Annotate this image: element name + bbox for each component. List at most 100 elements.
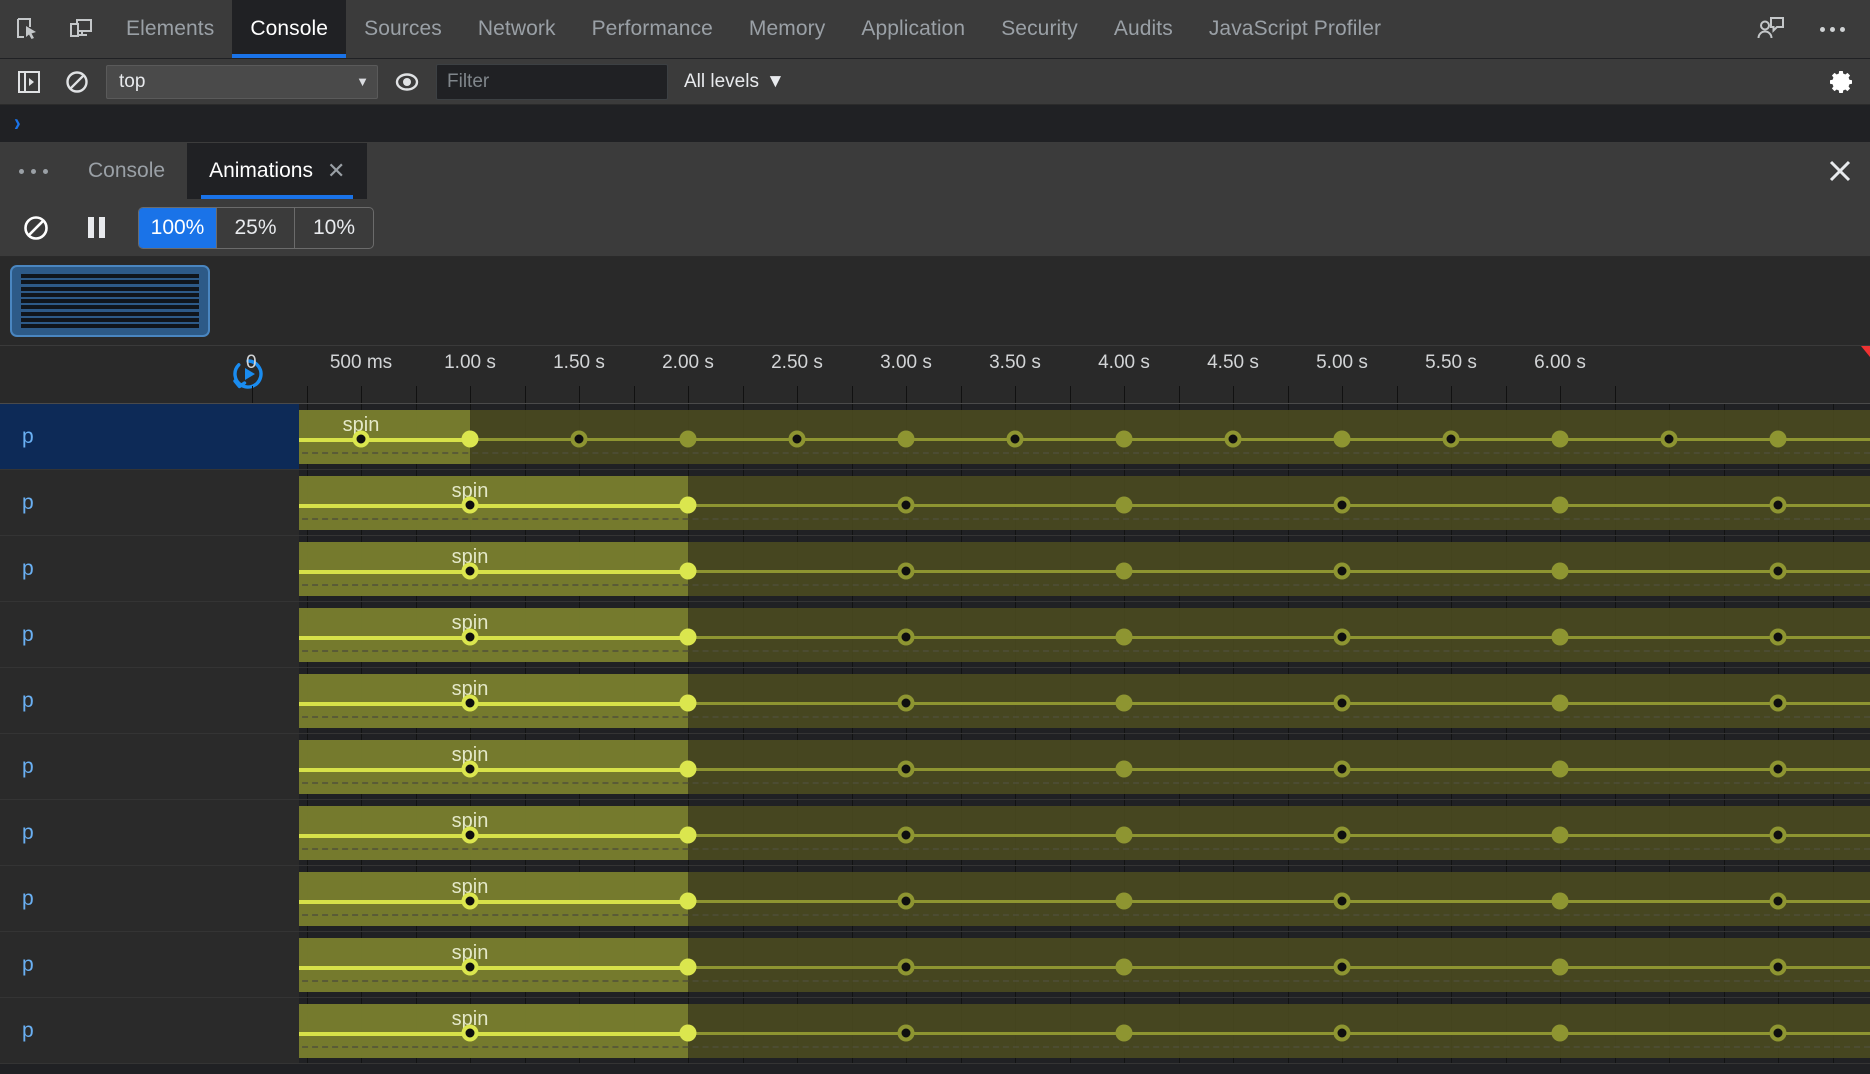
animation-row-track[interactable]: spin — [299, 866, 1870, 931]
keyframe-marker-solid[interactable] — [1551, 760, 1569, 778]
animation-row[interactable]: p spin — [0, 602, 1870, 668]
keyframe-marker-solid[interactable] — [1115, 826, 1133, 844]
keyframe-marker-hollow[interactable] — [570, 430, 588, 448]
keyframe-marker-hollow[interactable] — [1769, 892, 1787, 910]
keyframe-marker-hollow[interactable] — [1769, 826, 1787, 844]
keyframe-marker-solid[interactable] — [897, 430, 915, 448]
keyframe-marker-hollow[interactable] — [897, 496, 915, 514]
console-sidebar-icon[interactable] — [10, 63, 48, 101]
clear-animations-icon[interactable] — [14, 206, 58, 250]
speed-button-10[interactable]: 10% — [295, 208, 373, 248]
keyframe-marker-solid[interactable] — [679, 628, 697, 646]
keyframe-marker-solid[interactable] — [1551, 826, 1569, 844]
keyframe-marker-hollow[interactable] — [1333, 694, 1351, 712]
timeline-ruler[interactable]: 0 500 ms 1.00 s 1.50 s 2.00 s 2.50 s 3.00 s 3.5… — [0, 346, 1870, 404]
keyframe-marker-hollow[interactable] — [1333, 496, 1351, 514]
animation-row[interactable]: p spin — [0, 866, 1870, 932]
more-options-icon[interactable] — [1808, 1, 1856, 57]
keyframe-marker-solid[interactable] — [1333, 430, 1351, 448]
gear-icon[interactable] — [1822, 63, 1860, 101]
keyframe-marker-hollow[interactable] — [1769, 496, 1787, 514]
keyframe-marker-hollow[interactable] — [1769, 628, 1787, 646]
animation-row[interactable]: p spin — [0, 668, 1870, 734]
keyframe-marker-hollow[interactable] — [1660, 430, 1678, 448]
keyframe-marker-solid[interactable] — [1551, 892, 1569, 910]
keyframe-marker-solid[interactable] — [679, 694, 697, 712]
animation-row[interactable]: p spin — [0, 404, 1870, 470]
inspect-cursor-icon[interactable] — [0, 0, 54, 58]
panel-tab-performance[interactable]: Performance — [574, 0, 731, 58]
animation-row-track[interactable]: spin — [299, 800, 1870, 865]
panel-tab-sources[interactable]: Sources — [346, 0, 460, 58]
keyframe-marker-hollow[interactable] — [461, 694, 479, 712]
drawer-more-icon[interactable] — [0, 143, 66, 199]
pause-icon[interactable] — [74, 206, 118, 250]
keyframe-marker-hollow[interactable] — [1769, 760, 1787, 778]
keyframe-marker-solid[interactable] — [1551, 694, 1569, 712]
keyframe-marker-hollow[interactable] — [461, 958, 479, 976]
drawer-close-icon[interactable] — [1810, 143, 1870, 199]
drawer-tab-animations[interactable]: Animations ✕ — [187, 143, 368, 199]
log-levels-select[interactable]: All levels ▼ — [678, 71, 791, 93]
keyframe-marker-hollow[interactable] — [1333, 1024, 1351, 1042]
keyframe-marker-solid[interactable] — [1115, 562, 1133, 580]
keyframe-marker-hollow[interactable] — [897, 628, 915, 646]
panel-tab-network[interactable]: Network — [460, 0, 574, 58]
keyframe-marker-solid[interactable] — [1115, 430, 1133, 448]
keyframe-marker-hollow[interactable] — [1333, 826, 1351, 844]
animation-row-label[interactable]: p — [0, 734, 299, 799]
console-prompt-line[interactable]: › — [0, 105, 1870, 143]
panel-tab-application[interactable]: Application — [843, 0, 983, 58]
animation-row-label[interactable]: p — [0, 536, 299, 601]
keyframe-marker-hollow[interactable] — [897, 562, 915, 580]
animation-row-track[interactable]: spin — [299, 932, 1870, 997]
keyframe-marker-hollow[interactable] — [352, 430, 370, 448]
animation-row-track[interactable]: spin — [299, 998, 1870, 1063]
close-icon[interactable]: ✕ — [327, 160, 345, 182]
keyframe-marker-solid[interactable] — [1115, 760, 1133, 778]
keyframe-marker-hollow[interactable] — [1769, 562, 1787, 580]
keyframe-marker-solid[interactable] — [1551, 628, 1569, 646]
keyframe-marker-solid[interactable] — [461, 430, 479, 448]
keyframe-marker-solid[interactable] — [679, 760, 697, 778]
animation-row[interactable]: p spin — [0, 470, 1870, 536]
keyframe-marker-solid[interactable] — [1115, 628, 1133, 646]
keyframe-marker-solid[interactable] — [1551, 496, 1569, 514]
keyframe-marker-hollow[interactable] — [1333, 562, 1351, 580]
keyframe-marker-solid[interactable] — [1115, 496, 1133, 514]
keyframe-marker-hollow[interactable] — [897, 826, 915, 844]
animation-row-label[interactable]: p — [0, 932, 299, 997]
keyframe-marker-solid[interactable] — [1551, 562, 1569, 580]
animation-row-track[interactable]: spin — [299, 602, 1870, 667]
animation-group-preview[interactable] — [10, 265, 210, 337]
keyframe-marker-solid[interactable] — [1115, 892, 1133, 910]
panel-tab-audits[interactable]: Audits — [1096, 0, 1191, 58]
keyframe-marker-solid[interactable] — [1551, 1024, 1569, 1042]
keyframe-marker-hollow[interactable] — [897, 892, 915, 910]
keyframe-marker-solid[interactable] — [679, 826, 697, 844]
keyframe-marker-hollow[interactable] — [897, 1024, 915, 1042]
animation-row[interactable]: p spin — [0, 998, 1870, 1064]
keyframe-marker-solid[interactable] — [1115, 694, 1133, 712]
keyframe-marker-hollow[interactable] — [461, 760, 479, 778]
keyframe-marker-hollow[interactable] — [461, 628, 479, 646]
keyframe-marker-solid[interactable] — [1115, 1024, 1133, 1042]
live-expression-icon[interactable] — [388, 63, 426, 101]
keyframe-marker-solid[interactable] — [1551, 430, 1569, 448]
keyframe-marker-hollow[interactable] — [461, 892, 479, 910]
keyframe-marker-hollow[interactable] — [461, 1024, 479, 1042]
animation-row-label[interactable]: p — [0, 404, 299, 469]
animation-row[interactable]: p spin — [0, 932, 1870, 998]
animation-row-track[interactable]: spin — [299, 734, 1870, 799]
keyframe-marker-hollow[interactable] — [461, 826, 479, 844]
keyframe-marker-hollow[interactable] — [1333, 628, 1351, 646]
animation-row-label[interactable]: p — [0, 800, 299, 865]
keyframe-marker-hollow[interactable] — [461, 562, 479, 580]
keyframe-marker-hollow[interactable] — [1769, 1024, 1787, 1042]
clear-console-icon[interactable] — [58, 63, 96, 101]
keyframe-marker-hollow[interactable] — [1333, 892, 1351, 910]
keyframe-marker-solid[interactable] — [1551, 958, 1569, 976]
speed-button-100[interactable]: 100% — [139, 207, 217, 248]
keyframe-marker-hollow[interactable] — [1769, 958, 1787, 976]
keyframe-marker-hollow[interactable] — [1006, 430, 1024, 448]
